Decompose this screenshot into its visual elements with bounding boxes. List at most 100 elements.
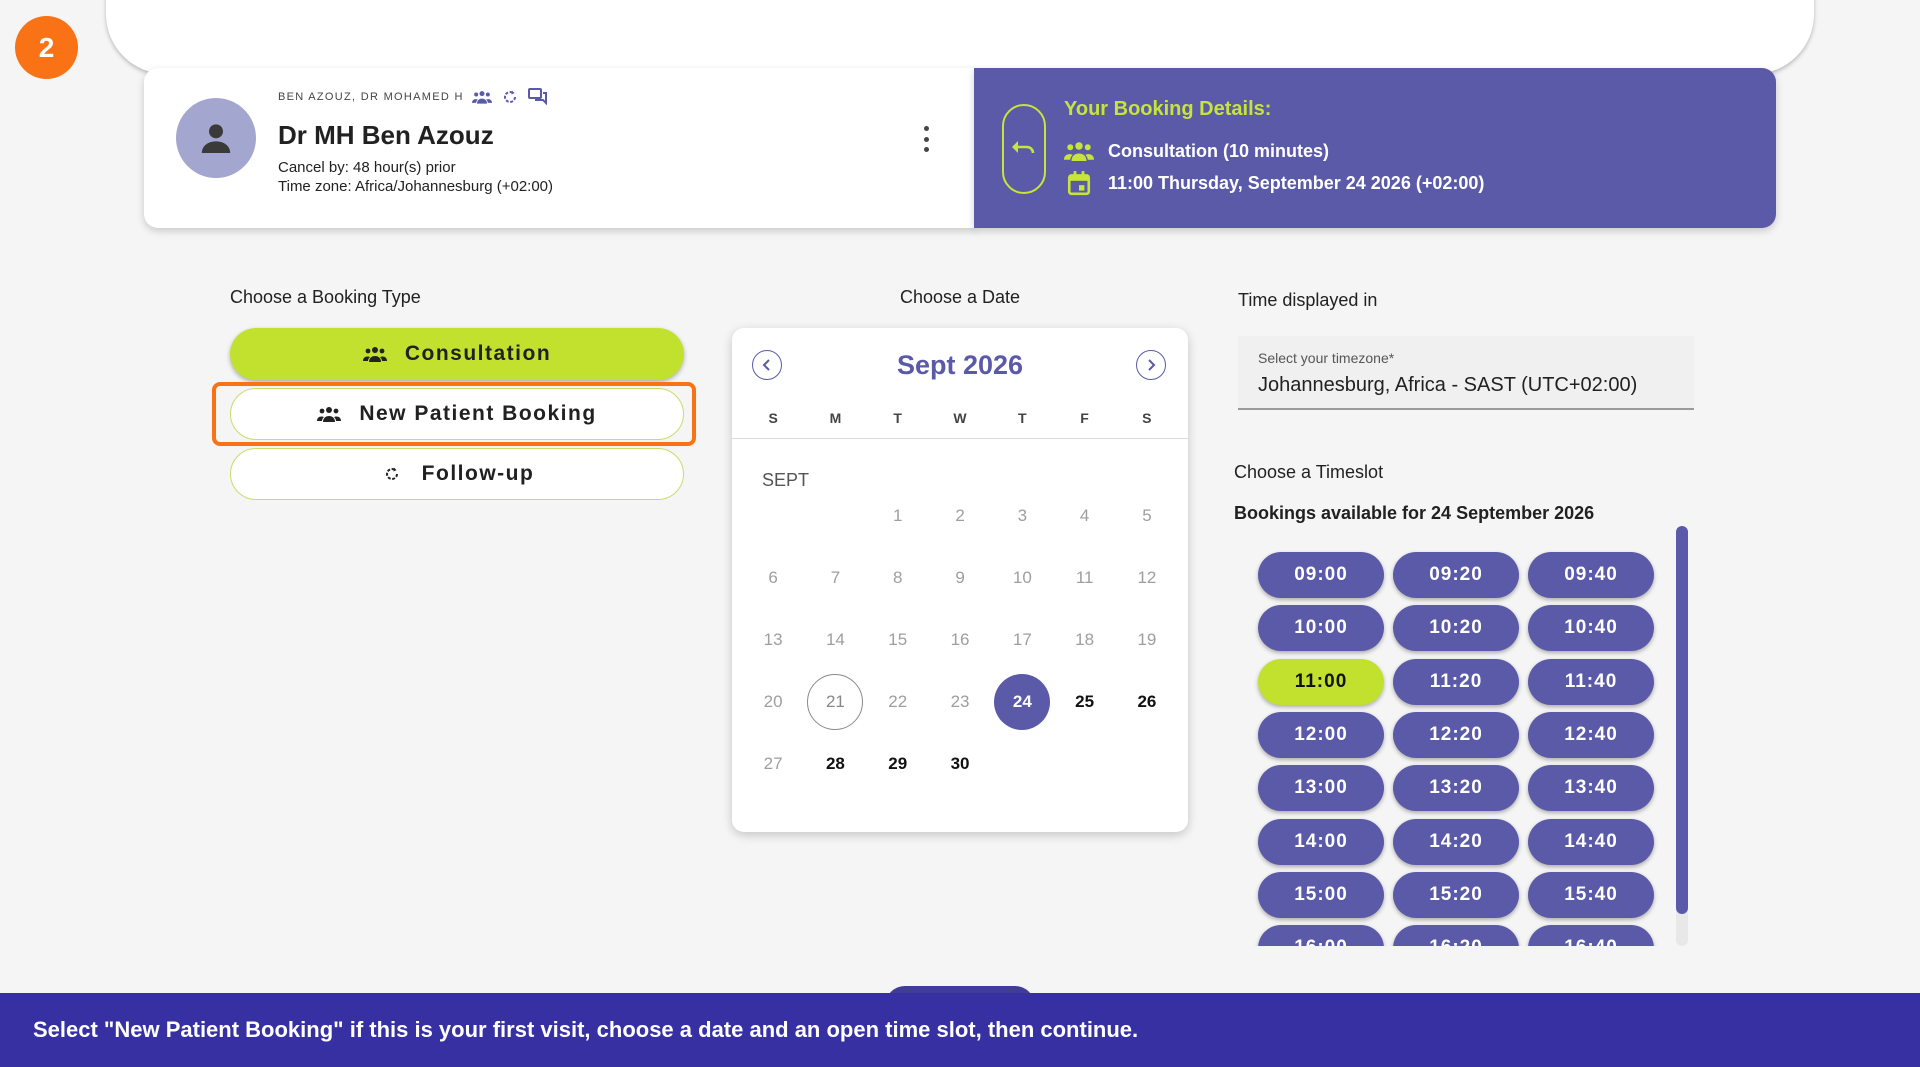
calendar-day-6: 6 [768, 568, 778, 587]
calendar: Sept 2026 SMTWTFS SEPT 1 2 3 4 5 6 7 8 9 10 11 12 13… [732, 328, 1188, 832]
avatar [176, 98, 256, 178]
calendar-day-8: 8 [893, 568, 903, 587]
timeslot-1120[interactable]: 11:20 [1393, 658, 1519, 705]
timeslot-1420[interactable]: 14:20 [1393, 818, 1519, 865]
calendar-day-18: 18 [1075, 630, 1095, 649]
instruction-banner: Select "New Patient Booking" if this is … [0, 993, 1920, 1067]
timezone-label: Time displayed in [1238, 290, 1378, 310]
calendar-day-7: 7 [830, 568, 841, 587]
timeslot-1400[interactable]: 14:00 [1258, 818, 1384, 865]
new-patient-booking-label: New Patient Booking [359, 402, 597, 425]
follow-up-button[interactable]: Follow-up [230, 448, 684, 500]
timeslot-label: Choose a Timeslot [1234, 462, 1384, 482]
person-icon [201, 124, 231, 153]
calendar-day-20: 20 [763, 692, 783, 711]
calendar-day-3: 3 [1017, 506, 1028, 525]
refresh-icon [380, 464, 404, 484]
calendar-day-15: 15 [888, 630, 908, 649]
booking-datetime-line: 11:00 Thursday, September 24 2026 (+02:0… [1064, 170, 1484, 196]
consultation-button[interactable]: Consultation [230, 328, 684, 380]
timeslot-1100[interactable]: 11:00 [1258, 658, 1384, 705]
calendar-day-17: 17 [1012, 630, 1032, 649]
booking-type-text: Consultation (10 minutes) [1108, 140, 1330, 161]
provider-timezone: Time zone: Africa/Johannesburg (+02:00) [278, 178, 554, 195]
weekday-0: S [768, 410, 778, 426]
date-label: Choose a Date [899, 287, 1021, 307]
calendar-day-10: 10 [1012, 568, 1032, 587]
timeslot-1140[interactable]: 11:40 [1528, 658, 1654, 705]
timeslot-1640[interactable]: 16:40 [1528, 925, 1654, 946]
calendar-day-13: 13 [763, 630, 783, 649]
timeslot-1020[interactable]: 10:20 [1393, 605, 1519, 652]
booking-datetime-text: 11:00 Thursday, September 24 2026 (+02:0… [1108, 172, 1485, 193]
weekday-3: W [953, 410, 967, 426]
group-icon [362, 344, 387, 364]
calendar-day-16: 16 [950, 630, 970, 649]
weekday-2: T [893, 410, 902, 426]
calendar-day-23: 23 [950, 692, 970, 711]
weekday-header: SMTWTFS [742, 410, 1178, 426]
next-month-button[interactable] [1136, 350, 1166, 380]
timeslot-1300[interactable]: 13:00 [1258, 765, 1384, 812]
chat-icon [527, 88, 548, 106]
timeslot-1240[interactable]: 12:40 [1528, 711, 1654, 758]
timeslot-1320[interactable]: 13:20 [1393, 765, 1519, 812]
more-options-button[interactable] [914, 124, 938, 154]
chevron-right-icon [1148, 359, 1156, 371]
calendar-day-1: 1 [893, 506, 903, 525]
booking-type-line: Consultation (10 minutes) [1064, 138, 1329, 164]
calendar-day-28[interactable]: 28 [807, 736, 863, 792]
calendar-day-4: 4 [1079, 506, 1090, 525]
back-button[interactable] [1002, 104, 1046, 194]
calendar-day-19: 19 [1137, 630, 1157, 649]
new-patient-booking-button[interactable]: New Patient Booking [230, 388, 684, 440]
timezone-select[interactable]: Select your timezone* Johannesburg, Afri… [1238, 336, 1694, 410]
calendar-day-5: 5 [1142, 506, 1152, 525]
timeslot-0900[interactable]: 09:00 [1258, 552, 1384, 598]
calendar-day-9: 9 [955, 568, 965, 587]
weekday-4: T [1017, 410, 1027, 426]
calendar-day-12: 12 [1137, 568, 1157, 587]
booking-type-label: Choose a Booking Type [230, 287, 421, 307]
calendar-divider [732, 438, 1188, 439]
calendar-day-21: 21 [807, 674, 864, 730]
provider-card: BEN AZOUZ, DR MOHAMED H Dr MH Ben Azouz … [144, 68, 976, 228]
booking-details-title: Your Booking Details: [1064, 98, 1272, 120]
scrollbar-thumb[interactable] [1676, 526, 1688, 914]
timeslot-0920[interactable]: 09:20 [1393, 552, 1519, 598]
provider-meta: BEN AZOUZ, DR MOHAMED H [278, 88, 548, 106]
weekday-5: F [1080, 410, 1089, 426]
weekday-1: M [829, 410, 842, 426]
timeslot-1540[interactable]: 15:40 [1528, 871, 1654, 918]
top-panel [106, 0, 1814, 74]
calendar-day-2: 2 [955, 506, 965, 525]
timeslot-1440[interactable]: 14:40 [1528, 818, 1654, 865]
group-icon [1064, 138, 1094, 164]
provider-caps-name: BEN AZOUZ, DR MOHAMED H [278, 91, 464, 103]
timeslot-1340[interactable]: 13:40 [1528, 765, 1654, 812]
calendar-day-29[interactable]: 29 [870, 736, 926, 792]
timeslot-1600[interactable]: 16:00 [1258, 925, 1384, 946]
timeslot-1520[interactable]: 15:20 [1393, 871, 1519, 918]
refresh-icon [500, 88, 520, 106]
weekday-6: S [1142, 410, 1152, 426]
instruction-text: Select "New Patient Booking" if this is … [33, 1017, 1139, 1042]
calendar-day-30[interactable]: 30 [932, 736, 988, 792]
timeslot-1000[interactable]: 10:00 [1258, 605, 1384, 652]
timeslot-1040[interactable]: 10:40 [1528, 605, 1654, 652]
calendar-month-title: Sept 2026 [896, 350, 1024, 380]
calendar-day-25[interactable]: 25 [1057, 674, 1113, 730]
calendar-day-24[interactable]: 24 [994, 674, 1051, 730]
calendar-icon [1064, 170, 1094, 196]
timeslot-0940[interactable]: 09:40 [1528, 552, 1654, 598]
timeslot-1620[interactable]: 16:20 [1393, 925, 1519, 946]
step-badge: 2 [15, 16, 78, 79]
timeslot-grid: 09:00 09:20 09:40 10:00 10:20 10:40 11:00 11:20… [1250, 548, 1668, 946]
timeslot-1500[interactable]: 15:00 [1258, 871, 1384, 918]
timeslot-1200[interactable]: 12:00 [1258, 711, 1384, 758]
undo-icon [1012, 141, 1035, 154]
calendar-month-tag: SEPT [762, 470, 810, 490]
calendar-day-26[interactable]: 26 [1119, 674, 1175, 730]
timeslot-1220[interactable]: 12:20 [1393, 711, 1519, 758]
group-icon [317, 404, 342, 424]
